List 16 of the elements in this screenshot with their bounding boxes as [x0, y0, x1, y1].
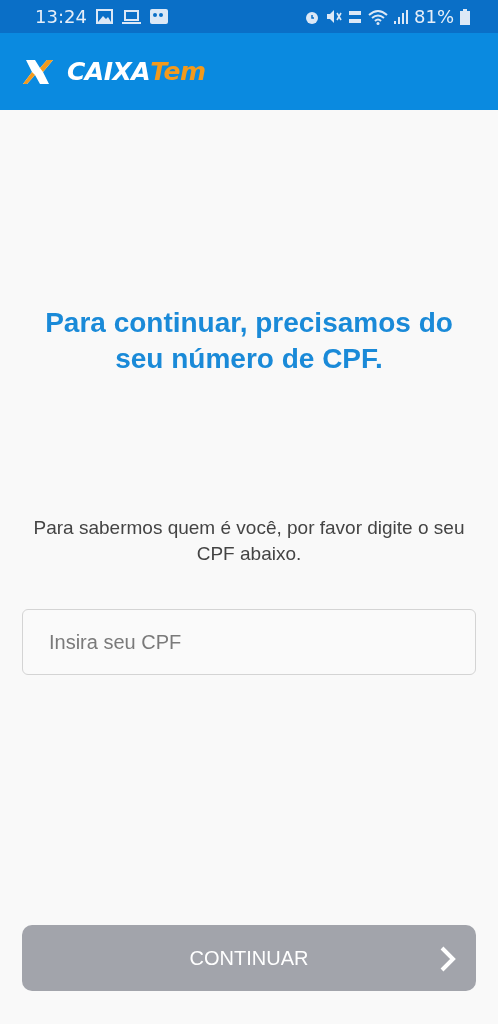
- image-icon: [95, 9, 113, 24]
- heading: Para continuar, precisamos do seu número de CPF.: [44, 306, 454, 376]
- chevron-right-icon: [440, 946, 456, 972]
- clock-time: 13:24: [35, 6, 87, 27]
- battery-icon: [460, 8, 470, 25]
- battery-percent: 81%: [414, 6, 454, 27]
- cpf-input-field[interactable]: Insira seu CPF: [22, 609, 476, 675]
- logo-icon: [23, 59, 53, 84]
- logo-text: CAIXA: [67, 57, 151, 86]
- wifi-icon: [368, 8, 388, 25]
- mute-icon: [326, 9, 342, 24]
- logo-suffix: Tem: [150, 57, 206, 86]
- voicemail-icon: [149, 9, 168, 24]
- signal-icon: [394, 9, 408, 24]
- instructions-text: Para sabermos quem é você, por favor digite o seu CPF abaixo.: [32, 516, 466, 566]
- laptop-icon: [121, 9, 141, 24]
